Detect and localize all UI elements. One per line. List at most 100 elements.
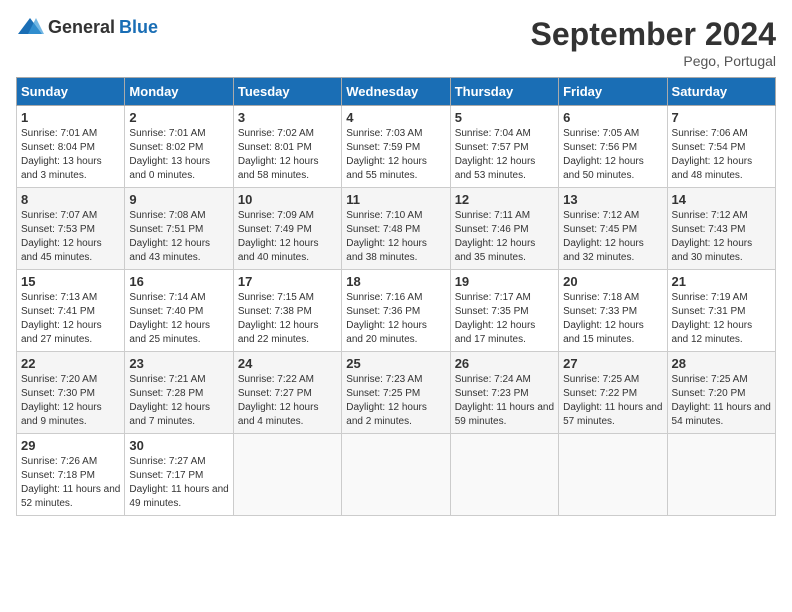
calendar-week-row: 29 Sunrise: 7:26 AMSunset: 7:18 PMDayligh… — [17, 434, 776, 516]
day-info: Sunrise: 7:15 AMSunset: 7:38 PMDaylight:… — [238, 291, 337, 347]
day-number: 23 — [129, 356, 228, 371]
day-info: Sunrise: 7:12 AMSunset: 7:45 PMDaylight:… — [563, 209, 662, 265]
calendar-cell: 17 Sunrise: 7:15 AMSunset: 7:38 PMDayligh… — [233, 270, 341, 352]
day-number: 30 — [129, 438, 228, 453]
calendar-cell: 4Sunrise: 7:03 AMSunset: 7:59 PMDaylight… — [342, 106, 450, 188]
day-number: 27 — [563, 356, 662, 371]
calendar-cell: 20Sunrise: 7:18 AMSunset: 7:33 PMDayligh… — [559, 270, 667, 352]
day-info: Sunrise: 7:05 AMSunset: 7:56 PMDaylight:… — [563, 127, 662, 183]
day-info: Sunrise: 7:09 AMSunset: 7:49 PMDaylight:… — [238, 209, 337, 265]
calendar-cell: 30 Sunrise: 7:27 AMSunset: 7:17 PMDayligh… — [125, 434, 233, 516]
logo-icon — [16, 16, 44, 38]
day-info: Sunrise: 7:13 AMSunset: 7:41 PMDaylight:… — [21, 291, 120, 347]
day-info: Sunrise: 7:22 AMSunset: 7:27 PMDaylight:… — [238, 373, 337, 429]
day-info: Sunrise: 7:24 AMSunset: 7:23 PMDaylight:… — [455, 373, 554, 429]
day-number: 13 — [563, 192, 662, 207]
day-info: Sunrise: 7:25 AMSunset: 7:22 PMDaylight:… — [563, 373, 662, 429]
day-number: 10 — [238, 192, 337, 207]
day-number: 24 — [238, 356, 337, 371]
calendar-week-row: 8Sunrise: 7:07 AMSunset: 7:53 PMDaylight… — [17, 188, 776, 270]
calendar-cell: 2 Sunrise: 7:01 AMSunset: 8:02 PMDaylight… — [125, 106, 233, 188]
calendar-cell: 24 Sunrise: 7:22 AMSunset: 7:27 PMDayligh… — [233, 352, 341, 434]
calendar-cell: 14 Sunrise: 7:12 AMSunset: 7:43 PMDayligh… — [667, 188, 775, 270]
day-info: Sunrise: 7:26 AMSunset: 7:18 PMDaylight:… — [21, 455, 120, 511]
day-number: 11 — [346, 192, 445, 207]
day-number: 22 — [21, 356, 120, 371]
day-number: 5 — [455, 110, 554, 125]
calendar-cell: 1 Sunrise: 7:01 AMSunset: 8:04 PMDaylight… — [17, 106, 125, 188]
calendar-cell — [342, 434, 450, 516]
calendar-cell — [667, 434, 775, 516]
day-info: Sunrise: 7:19 AMSunset: 7:31 PMDaylight:… — [672, 291, 771, 347]
calendar-cell: 18Sunrise: 7:16 AMSunset: 7:36 PMDayligh… — [342, 270, 450, 352]
calendar-cell: 7Sunrise: 7:06 AMSunset: 7:54 PMDaylight… — [667, 106, 775, 188]
calendar-cell: 15 Sunrise: 7:13 AMSunset: 7:41 PMDayligh… — [17, 270, 125, 352]
day-info: Sunrise: 7:23 AMSunset: 7:25 PMDaylight:… — [346, 373, 445, 429]
calendar-cell: 22 Sunrise: 7:20 AMSunset: 7:30 PMDayligh… — [17, 352, 125, 434]
day-number: 3 — [238, 110, 337, 125]
logo-text-blue: Blue — [119, 17, 158, 38]
day-number: 12 — [455, 192, 554, 207]
day-number: 2 — [129, 110, 228, 125]
day-info: Sunrise: 7:01 AMSunset: 8:02 PMDaylight:… — [129, 127, 228, 183]
day-number: 9 — [129, 192, 228, 207]
day-info: Sunrise: 7:08 AMSunset: 7:51 PMDaylight:… — [129, 209, 228, 265]
calendar-cell: 16 Sunrise: 7:14 AMSunset: 7:40 PMDayligh… — [125, 270, 233, 352]
calendar-week-row: 22 Sunrise: 7:20 AMSunset: 7:30 PMDayligh… — [17, 352, 776, 434]
header-day-wednesday: Wednesday — [342, 78, 450, 106]
calendar-cell — [559, 434, 667, 516]
day-number: 29 — [21, 438, 120, 453]
day-info: Sunrise: 7:20 AMSunset: 7:30 PMDaylight:… — [21, 373, 120, 429]
day-info: Sunrise: 7:21 AMSunset: 7:28 PMDaylight:… — [129, 373, 228, 429]
page-header: GeneralBlue September 2024 Pego, Portuga… — [16, 16, 776, 69]
day-info: Sunrise: 7:27 AMSunset: 7:17 PMDaylight:… — [129, 455, 228, 511]
title-area: September 2024 Pego, Portugal — [531, 16, 776, 69]
calendar-cell: 13 Sunrise: 7:12 AMSunset: 7:45 PMDayligh… — [559, 188, 667, 270]
header-day-monday: Monday — [125, 78, 233, 106]
day-info: Sunrise: 7:25 AMSunset: 7:20 PMDaylight:… — [672, 373, 771, 429]
calendar-cell: 25Sunrise: 7:23 AMSunset: 7:25 PMDayligh… — [342, 352, 450, 434]
month-title: September 2024 — [531, 16, 776, 53]
header-day-tuesday: Tuesday — [233, 78, 341, 106]
day-number: 20 — [563, 274, 662, 289]
header-day-sunday: Sunday — [17, 78, 125, 106]
calendar-cell: 19 Sunrise: 7:17 AMSunset: 7:35 PMDayligh… — [450, 270, 558, 352]
day-number: 4 — [346, 110, 445, 125]
day-number: 19 — [455, 274, 554, 289]
day-info: Sunrise: 7:14 AMSunset: 7:40 PMDaylight:… — [129, 291, 228, 347]
location: Pego, Portugal — [531, 53, 776, 69]
calendar-cell — [450, 434, 558, 516]
day-number: 15 — [21, 274, 120, 289]
day-info: Sunrise: 7:12 AMSunset: 7:43 PMDaylight:… — [672, 209, 771, 265]
day-number: 16 — [129, 274, 228, 289]
day-number: 1 — [21, 110, 120, 125]
logo: GeneralBlue — [16, 16, 158, 38]
day-info: Sunrise: 7:16 AMSunset: 7:36 PMDaylight:… — [346, 291, 445, 347]
calendar-cell: 28 Sunrise: 7:25 AMSunset: 7:20 PMDayligh… — [667, 352, 775, 434]
calendar-cell: 26 Sunrise: 7:24 AMSunset: 7:23 PMDayligh… — [450, 352, 558, 434]
calendar-cell: 11 Sunrise: 7:10 AMSunset: 7:48 PMDayligh… — [342, 188, 450, 270]
day-number: 28 — [672, 356, 771, 371]
day-number: 21 — [672, 274, 771, 289]
day-info: Sunrise: 7:06 AMSunset: 7:54 PMDaylight:… — [672, 127, 771, 183]
calendar-table: SundayMondayTuesdayWednesdayThursdayFrid… — [16, 77, 776, 516]
header-day-friday: Friday — [559, 78, 667, 106]
day-info: Sunrise: 7:04 AMSunset: 7:57 PMDaylight:… — [455, 127, 554, 183]
day-number: 26 — [455, 356, 554, 371]
calendar-cell: 23 Sunrise: 7:21 AMSunset: 7:28 PMDayligh… — [125, 352, 233, 434]
logo-text-general: General — [48, 17, 115, 38]
day-number: 14 — [672, 192, 771, 207]
calendar-cell: 10 Sunrise: 7:09 AMSunset: 7:49 PMDayligh… — [233, 188, 341, 270]
calendar-week-row: 1 Sunrise: 7:01 AMSunset: 8:04 PMDaylight… — [17, 106, 776, 188]
day-info: Sunrise: 7:10 AMSunset: 7:48 PMDaylight:… — [346, 209, 445, 265]
day-number: 8 — [21, 192, 120, 207]
day-info: Sunrise: 7:01 AMSunset: 8:04 PMDaylight:… — [21, 127, 120, 183]
day-number: 17 — [238, 274, 337, 289]
calendar-cell: 27 Sunrise: 7:25 AMSunset: 7:22 PMDayligh… — [559, 352, 667, 434]
calendar-cell: 6Sunrise: 7:05 AMSunset: 7:56 PMDaylight… — [559, 106, 667, 188]
header-day-thursday: Thursday — [450, 78, 558, 106]
calendar-week-row: 15 Sunrise: 7:13 AMSunset: 7:41 PMDayligh… — [17, 270, 776, 352]
day-info: Sunrise: 7:17 AMSunset: 7:35 PMDaylight:… — [455, 291, 554, 347]
day-info: Sunrise: 7:11 AMSunset: 7:46 PMDaylight:… — [455, 209, 554, 265]
calendar-cell: 12 Sunrise: 7:11 AMSunset: 7:46 PMDayligh… — [450, 188, 558, 270]
